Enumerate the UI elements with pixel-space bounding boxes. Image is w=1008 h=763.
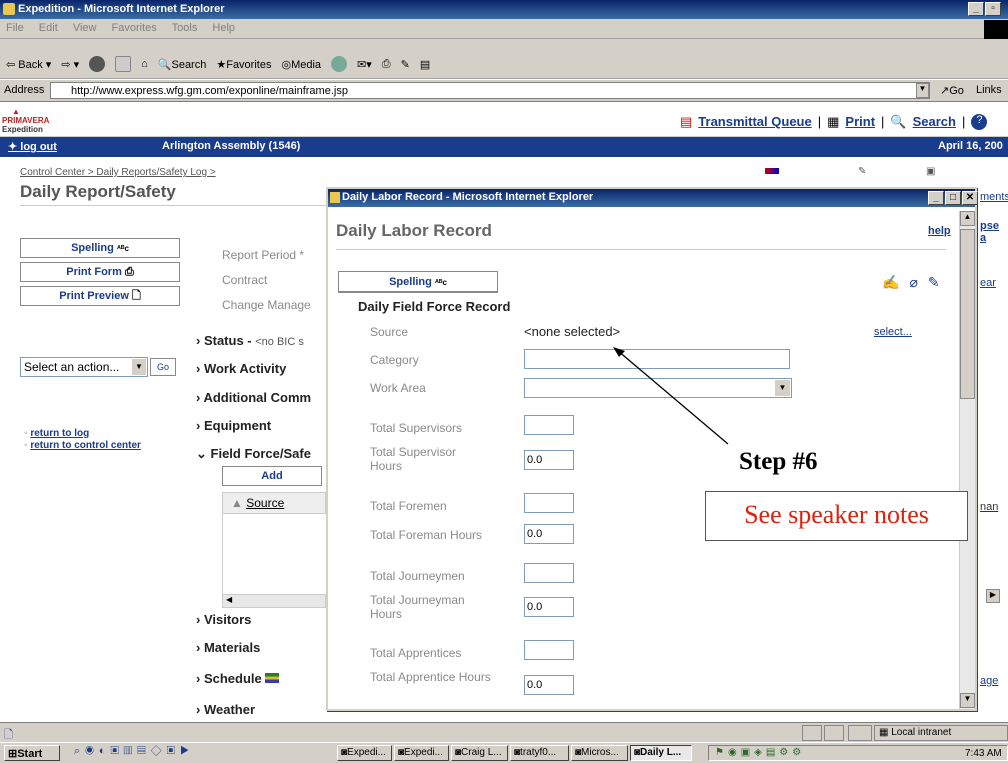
task-label: tratyf0...: [520, 747, 557, 758]
system-tray: ⚑◉▣◈▤⚙⚙ 7:43 AM: [708, 745, 1008, 761]
windows-logo-icon: ⊞: [8, 748, 18, 760]
task-label: Craig L...: [461, 747, 502, 758]
task-craig[interactable]: ◙Craig L...: [451, 745, 508, 761]
step-annotation: Step #6: [739, 448, 818, 475]
task-expedition-1[interactable]: ◙Expedi...: [337, 745, 392, 761]
start-button[interactable]: ⊞Start: [4, 745, 60, 761]
status-panel: [802, 725, 822, 741]
annotation-arrow: [613, 347, 729, 445]
status-bar: 🗋 ▦ Local intranet: [0, 722, 1008, 742]
clock: 7:43 AM: [965, 748, 1002, 759]
quick-launch[interactable]: ⌕◉◐▣▥▤◇▣▶: [74, 745, 194, 758]
task-label: Micros...: [581, 747, 619, 758]
task-label: Expedi...: [404, 747, 443, 758]
task-expedition-2[interactable]: ◙Expedi...: [394, 745, 449, 761]
zone-panel: ▦ Local intranet: [874, 725, 1008, 741]
task-microsoft[interactable]: ◙Micros...: [571, 745, 628, 761]
tray-icons[interactable]: ⚑◉▣◈▤⚙⚙: [715, 747, 805, 758]
start-label: Start: [17, 748, 43, 760]
speaker-notes-box: See speaker notes: [705, 491, 968, 541]
status-panel: [848, 725, 872, 741]
zone-label: Local intranet: [891, 727, 952, 738]
intranet-icon: ▦: [879, 727, 889, 738]
status-panel: [824, 725, 844, 741]
task-daily-labor[interactable]: ◙Daily L...: [630, 745, 692, 761]
task-label: Expedi...: [347, 747, 386, 758]
task-label: Daily L...: [640, 747, 682, 758]
task-tratyf[interactable]: ◙tratyf0...: [510, 745, 569, 761]
